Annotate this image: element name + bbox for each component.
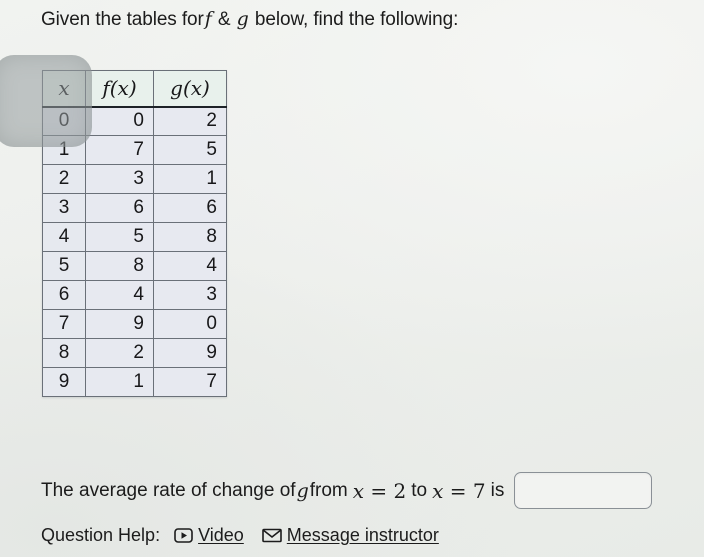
cell-x: 1 <box>42 135 86 165</box>
cell-x: 7 <box>42 309 86 339</box>
x-end-value: 7 <box>472 478 486 503</box>
table-row: 9 1 7 <box>42 367 227 397</box>
message-instructor-link[interactable]: Message instructor <box>261 525 439 546</box>
cell-gx: 9 <box>153 338 227 368</box>
cell-gx: 6 <box>153 193 227 223</box>
table-row: 4 5 8 <box>42 222 227 252</box>
cell-fx: 0 <box>85 106 154 136</box>
cell-fx: 9 <box>85 309 154 339</box>
video-link-label: Video <box>198 525 244 545</box>
cell-gx: 7 <box>153 367 227 397</box>
table-header: x f(x) g(x) <box>42 70 227 108</box>
cell-x: 5 <box>42 251 86 281</box>
envelope-icon <box>261 528 282 543</box>
cell-x: 2 <box>42 164 86 194</box>
table-row: 1 7 5 <box>42 135 227 165</box>
function-values-table: x f(x) g(x) 0 0 2 1 7 5 2 3 1 3 6 6 4 5 … <box>42 70 227 397</box>
table-row: 6 4 3 <box>42 280 227 310</box>
x-start-value: 2 <box>393 478 407 503</box>
column-header-x: x <box>42 70 86 108</box>
cell-x: 0 <box>42 106 86 136</box>
column-header-fx: f(x) <box>85 70 154 108</box>
question-prompt: Given the tables forf & g below, find th… <box>41 7 458 32</box>
question-x-end-expression: x = 7 <box>427 478 491 504</box>
cell-x: 3 <box>42 193 86 223</box>
average-rate-question: The average rate of change of g from x = … <box>41 472 653 509</box>
table-row: 2 3 1 <box>42 164 227 194</box>
question-is-word: is <box>490 479 505 501</box>
prompt-tail-text: below, find the following: <box>254 9 459 30</box>
cell-gx: 2 <box>153 106 227 136</box>
cell-x: 9 <box>42 367 86 397</box>
question-to-word: to <box>411 479 428 501</box>
cell-gx: 5 <box>153 135 227 165</box>
prompt-variable-f: f <box>204 8 212 30</box>
question-help-label: Question Help: <box>41 525 161 545</box>
question-from-word: from <box>309 479 348 501</box>
question-help-row: Question Help: Video Message instructor <box>41 525 457 546</box>
cell-fx: 2 <box>85 338 154 368</box>
question-text-before: The average rate of change of <box>41 479 296 501</box>
cell-gx: 0 <box>153 309 227 339</box>
cell-fx: 8 <box>85 251 154 281</box>
table-row: 5 8 4 <box>42 251 227 281</box>
x-start-variable: x <box>352 478 365 503</box>
cell-fx: 7 <box>85 135 154 165</box>
cell-x: 8 <box>42 338 86 368</box>
question-x-start-expression: x = 2 <box>348 478 412 504</box>
answer-input[interactable] <box>514 472 653 509</box>
table-row: 8 2 9 <box>42 338 227 368</box>
x-end-variable: x <box>432 478 444 503</box>
cell-fx: 3 <box>85 164 154 194</box>
cell-gx: 4 <box>153 251 227 281</box>
prompt-variable-g: g <box>236 8 249 30</box>
play-video-icon <box>174 528 193 543</box>
cell-x: 6 <box>42 280 86 310</box>
cell-gx: 3 <box>153 280 227 310</box>
question-function-g: g <box>296 479 309 502</box>
column-header-gx: g(x) <box>153 70 227 108</box>
cell-fx: 1 <box>85 367 154 397</box>
cell-gx: 1 <box>153 164 227 194</box>
cell-x: 4 <box>42 222 86 252</box>
table-row: 7 9 0 <box>42 309 227 339</box>
table-body: 0 0 2 1 7 5 2 3 1 3 6 6 4 5 8 5 8 4 6 4 … <box>42 106 227 397</box>
table-row: 0 0 2 <box>42 106 227 136</box>
cell-fx: 6 <box>85 193 154 223</box>
cell-gx: 8 <box>153 222 227 252</box>
x-end-equals: = <box>449 478 467 503</box>
question-content: Given the tables forf & g below, find th… <box>0 0 704 557</box>
cell-fx: 4 <box>85 280 154 310</box>
table-header-row: x f(x) g(x) <box>42 70 227 108</box>
cell-fx: 5 <box>85 222 154 252</box>
prompt-lead-text: Given the tables for <box>41 9 204 30</box>
table-row: 3 6 6 <box>42 193 227 223</box>
message-link-label: Message instructor <box>286 525 439 545</box>
x-start-equals: = <box>370 478 388 503</box>
prompt-ampersand: & <box>217 9 231 30</box>
video-help-link[interactable]: Video <box>174 525 244 546</box>
